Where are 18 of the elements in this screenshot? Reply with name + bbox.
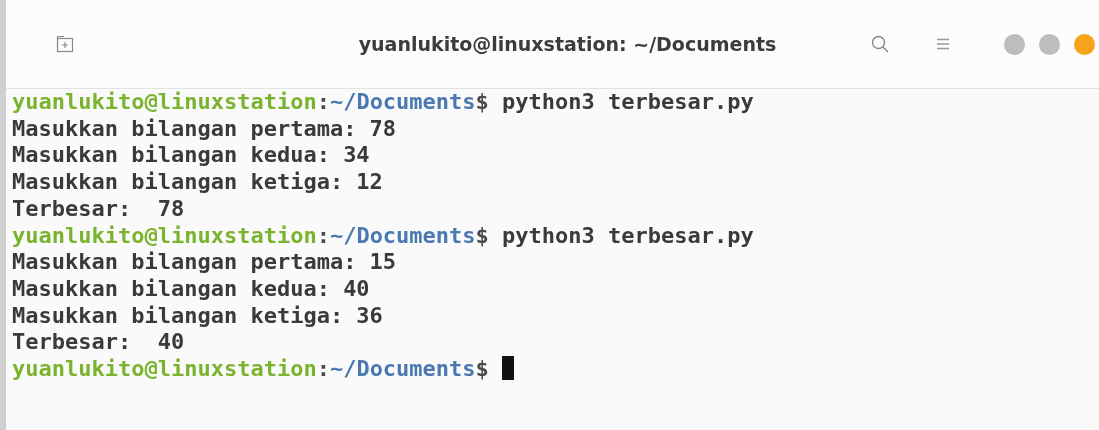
output-line: Masukkan bilangan kedua: 40 <box>12 275 371 303</box>
output-line: Masukkan bilangan pertama: 15 <box>12 249 398 276</box>
prompt-line: yuanlukito@linuxstation:~/Documents$ <box>12 356 1099 383</box>
window-title: yuanlukito@linuxstation: ~/Documents <box>357 33 777 55</box>
new-tab-icon[interactable] <box>56 35 74 53</box>
output-line: Masukkan bilangan kedua: 34 <box>12 142 371 170</box>
minimize-button[interactable] <box>1004 33 1025 55</box>
output-line: Terbesar: 40 <box>12 329 186 357</box>
menu-icon[interactable] <box>936 37 950 51</box>
maximize-button[interactable] <box>1039 33 1060 55</box>
output-line: Masukkan bilangan pertama: 78 <box>12 115 398 143</box>
output-line: Masukkan bilangan ketiga: 12 <box>12 169 384 196</box>
prompt-line: yuanlukito@linuxstation:~/Documents$ python3 terbesar.py <box>12 222 755 250</box>
output-line: Terbesar: 78 <box>12 195 186 223</box>
prompt-line: yuanlukito@linuxstation:~/Documents$ python3 terbesar.py <box>12 89 755 116</box>
close-button[interactable] <box>1074 33 1095 55</box>
output-line: Masukkan bilangan ketiga: 36 <box>12 302 384 330</box>
search-icon[interactable] <box>870 34 890 54</box>
